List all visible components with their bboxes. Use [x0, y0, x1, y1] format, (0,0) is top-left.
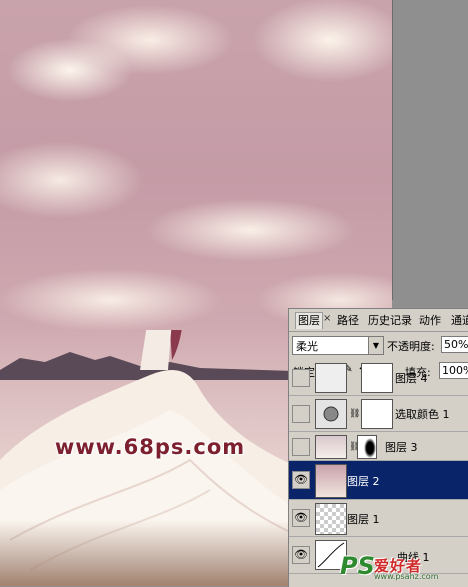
adjustment-thumb-icon: [315, 399, 347, 429]
link-icon: ⛓: [349, 409, 361, 419]
tab-history[interactable]: 历史记录: [368, 313, 412, 329]
visibility-toggle[interactable]: [292, 369, 310, 387]
close-icon[interactable]: ×: [323, 313, 331, 324]
layers-panel: 图层 × 路径 历史记录 动作 通道 柔光 ▼ 不透明度: 50% 锁定: ✎ …: [288, 308, 468, 587]
tab-channels[interactable]: 通道: [451, 313, 468, 329]
tab-actions[interactable]: 动作: [419, 313, 441, 329]
site-logo: PS 爱好者 www.psahz.com: [338, 552, 462, 582]
tab-layers[interactable]: 图层: [295, 312, 323, 329]
chevron-down-icon[interactable]: ▼: [368, 337, 383, 354]
layer-row-2-selected[interactable]: 👁 图层 2: [289, 461, 468, 500]
tab-paths[interactable]: 路径: [337, 313, 359, 329]
layer-row-4[interactable]: 图层 4: [289, 360, 468, 396]
mask-thumb: [361, 399, 393, 429]
layer-thumb: [315, 464, 347, 498]
eye-icon[interactable]: 👁: [292, 546, 310, 564]
layer-name: 图层 3: [385, 441, 418, 454]
layer-name: 图层 1: [347, 513, 380, 526]
panel-tabs: 图层 × 路径 历史记录 动作 通道: [289, 309, 468, 332]
layer-row-1[interactable]: 👁 图层 1: [289, 500, 468, 537]
transparent-layer-thumb: [315, 503, 347, 535]
layer-name: 选取颜色 1: [395, 408, 450, 421]
layer-name: 图层 4: [395, 372, 428, 385]
layer-row-3[interactable]: ⛓ 图层 3: [289, 432, 468, 461]
mask-thumb: [357, 435, 377, 459]
visibility-toggle[interactable]: [292, 405, 310, 423]
opacity-field[interactable]: 50%: [441, 336, 468, 353]
adjustment-thumb-icon: [315, 363, 347, 393]
opacity-label: 不透明度:: [387, 340, 435, 353]
layer-name: 图层 2: [347, 475, 380, 488]
watermark-text: www.68ps.com: [54, 435, 246, 459]
logo-url: www.psahz.com: [374, 572, 439, 581]
blend-options-row: 柔光 ▼ 不透明度: 50%: [289, 333, 468, 357]
workspace-gray-area: [392, 0, 468, 300]
visibility-toggle[interactable]: [292, 438, 310, 456]
eye-icon[interactable]: 👁: [292, 471, 310, 489]
mask-thumb: [361, 363, 393, 393]
layer-row-selective-color[interactable]: ⛓ 选取颜色 1: [289, 396, 468, 432]
blend-mode-value: 柔光: [296, 340, 318, 353]
layer-thumb: [315, 435, 347, 459]
logo-ps: PS: [340, 552, 375, 580]
blend-mode-select[interactable]: 柔光 ▼: [292, 336, 384, 355]
eye-icon[interactable]: 👁: [292, 509, 310, 527]
